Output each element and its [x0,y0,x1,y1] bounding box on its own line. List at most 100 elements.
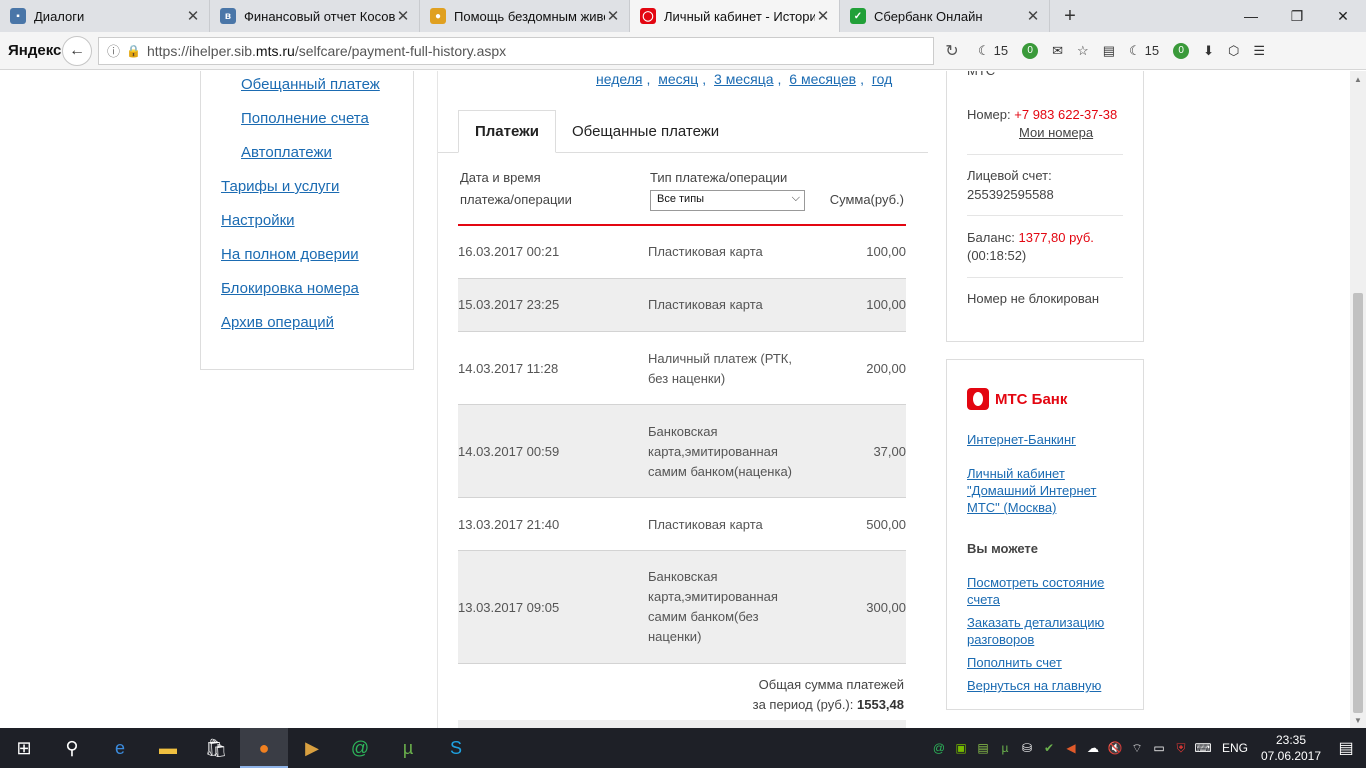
mail-icon[interactable]: ✉ [1052,43,1063,59]
weather-widget-2[interactable]: ☾ 15 [1129,43,1159,59]
period-week[interactable]: неделя [596,71,642,87]
top-up-link[interactable]: Пополнить счет [967,654,1127,671]
order-details-link[interactable]: Заказать детализацию разговоров [967,614,1117,648]
close-tab-icon[interactable]: ✕ [395,7,411,25]
browser-tab-dialogs[interactable]: ▪ Диалоги ✕ [0,0,210,32]
info-icon[interactable]: ⓘ [107,41,120,60]
tray-mail-icon[interactable]: @ [928,741,950,755]
home-internet-link[interactable]: Личный кабинет "Домашний Интернет МТС" (… [967,465,1107,516]
scroll-up-icon[interactable]: ▲ [1350,71,1366,87]
vk-icon: ▪ [10,8,26,24]
cell-type: Пластиковая карта [648,517,763,532]
tray-usb-icon[interactable]: ⛁ [1016,741,1038,755]
tray-display-icon[interactable]: ▭ [1148,741,1170,755]
tray-antivirus-icon[interactable]: ⛨ [1170,741,1192,756]
search-icon[interactable]: ⚲ [48,728,96,768]
my-numbers-link[interactable]: Мои номера [1019,123,1093,142]
counter-badge-2[interactable]: 0 [1173,42,1190,59]
scroll-down-icon[interactable]: ▼ [1350,712,1366,728]
restore-icon[interactable]: ❐ [1274,0,1320,32]
tab-title: Финансовый отчет Косово [244,8,395,24]
table-row: 13.03.2017 21:40 Пластиковая карта 500,0… [458,498,906,551]
balance-label: Баланс: [967,230,1015,245]
scroll-thumb[interactable] [1353,293,1363,713]
wifi-icon[interactable]: ⌔ [1126,741,1148,756]
close-tab-icon[interactable]: ✕ [185,7,201,25]
reload-icon[interactable]: ↻ [936,37,968,65]
volume-icon[interactable]: 🔇 [1104,741,1126,755]
close-window-icon[interactable]: ✕ [1320,0,1366,32]
protect-icon[interactable]: ⬡ [1228,43,1239,59]
close-tab-icon[interactable]: ✕ [605,7,621,25]
reader-icon[interactable]: ▤ [1103,43,1115,59]
language-indicator[interactable]: ENG [1214,741,1256,755]
address-field[interactable]: ⓘ 🔒 https://ihelper.sib. mts.ru/selfcare/… [98,36,934,65]
sberbank-icon: ✓ [850,8,866,24]
table-row: 16.03.2017 00:21 Пластиковая карта 100,0… [458,226,906,279]
windows-start-icon[interactable]: ⊞ [0,728,48,768]
period-selector: неделя, месяц, 3 месяца, 6 месяцев, год [596,71,896,87]
notifications-icon[interactable]: ▤ [1326,738,1366,758]
store-icon[interactable]: 🛍 [192,728,240,768]
close-tab-icon[interactable]: ✕ [815,7,831,25]
period-6-months[interactable]: 6 месяцев [789,71,856,87]
mts-bank-logo[interactable]: МТС Банк [967,388,1067,410]
media-player-icon[interactable]: ▶ [288,728,336,768]
edge-icon[interactable]: e [96,728,144,768]
menu-promised-payment[interactable]: Обещанный платеж [241,76,380,93]
download-icon[interactable]: ⬇ [1203,43,1214,59]
tray-utorrent-icon[interactable]: µ [994,741,1016,755]
browser-tab-homeless-help[interactable]: ● Помощь бездомным живо ✕ [420,0,630,32]
col-date-line2: платежа/операции [460,192,572,207]
browser-tab-sberbank[interactable]: ✓ Сбербанк Онлайн ✕ [840,0,1050,32]
menu-tariffs[interactable]: Тарифы и услуги [221,178,339,195]
tab-payments[interactable]: Платежи [458,110,556,153]
menu-block-number[interactable]: Блокировка номера [221,280,359,297]
payment-type-select[interactable]: Все типы ⌵ [650,190,805,211]
tray-app-icon[interactable]: ▤ [972,741,994,755]
firefox-icon[interactable]: ● [240,728,288,768]
file-explorer-icon[interactable]: ▬ [144,728,192,768]
star-icon[interactable]: ☆ [1077,43,1089,59]
windows-taskbar: ⊞ ⚲ e ▬ 🛍 ● ▶ @ µ S @ ▣ ▤ µ ⛁ ✔ ◀ ☁ 🔇 ⌔ … [0,728,1366,768]
browser-tab-personal-cabinet[interactable]: ◯ Личный кабинет - История ✕ [630,0,840,32]
menu-autopayments[interactable]: Автоплатежи [241,144,332,161]
cell-sum: 100,00 [866,244,906,259]
menu-full-trust[interactable]: На полном доверии [221,246,359,263]
back-to-main-link[interactable]: Вернуться на главную [967,677,1127,694]
back-button[interactable]: ← [62,35,92,66]
url-prefix: https://ihelper.sib. [146,42,256,59]
skype-icon[interactable]: S [432,728,480,768]
close-tab-icon[interactable]: ✕ [1025,7,1041,25]
period-month[interactable]: месяц [658,71,698,87]
clock-time: 23:35 [1275,733,1307,747]
browser-tab-financial-report[interactable]: в Финансовый отчет Косово ✕ [210,0,420,32]
mail-agent-icon[interactable]: @ [336,728,384,768]
minimize-icon[interactable]: — [1228,0,1274,32]
internet-banking-link[interactable]: Интернет-Банкинг [967,431,1127,448]
check-account-link[interactable]: Посмотреть состояние счета [967,574,1117,608]
period-sep: , [646,71,651,87]
period-year[interactable]: год [872,71,892,87]
menu-topup[interactable]: Пополнение счета [241,110,369,127]
tray-keyboard-icon[interactable]: ⌨ [1192,741,1214,755]
tray-check-icon[interactable]: ✔ [1038,741,1060,755]
cell-date: 13.03.2017 09:05 [458,600,560,615]
utorrent-icon[interactable]: µ [384,728,432,768]
tab-promised-payments[interactable]: Обещанные платежи [556,110,735,153]
clock[interactable]: 23:35 07.06.2017 [1256,732,1326,764]
total-value: 1553,48 [857,697,904,712]
period-3-months[interactable]: 3 месяца [714,71,773,87]
new-tab-button[interactable]: + [1050,0,1090,32]
weather-widget[interactable]: ☾ 15 [978,43,1008,59]
menu-icon[interactable]: ☰ [1253,43,1265,59]
counter-badge[interactable]: 0 [1022,42,1039,59]
yandex-logo[interactable]: Яндекс [0,42,62,59]
tray-nvidia-icon[interactable]: ▣ [950,741,972,755]
menu-settings[interactable]: Настройки [221,212,295,229]
page-scrollbar[interactable]: ▲ ▼ [1350,71,1366,728]
tray-audio-app-icon[interactable]: ◀ [1060,741,1082,755]
tray-cloud-icon[interactable]: ☁ [1082,741,1104,755]
menu-archive[interactable]: Архив операций [221,314,334,331]
payment-tabs: Платежи Обещанные платежи [458,110,735,153]
